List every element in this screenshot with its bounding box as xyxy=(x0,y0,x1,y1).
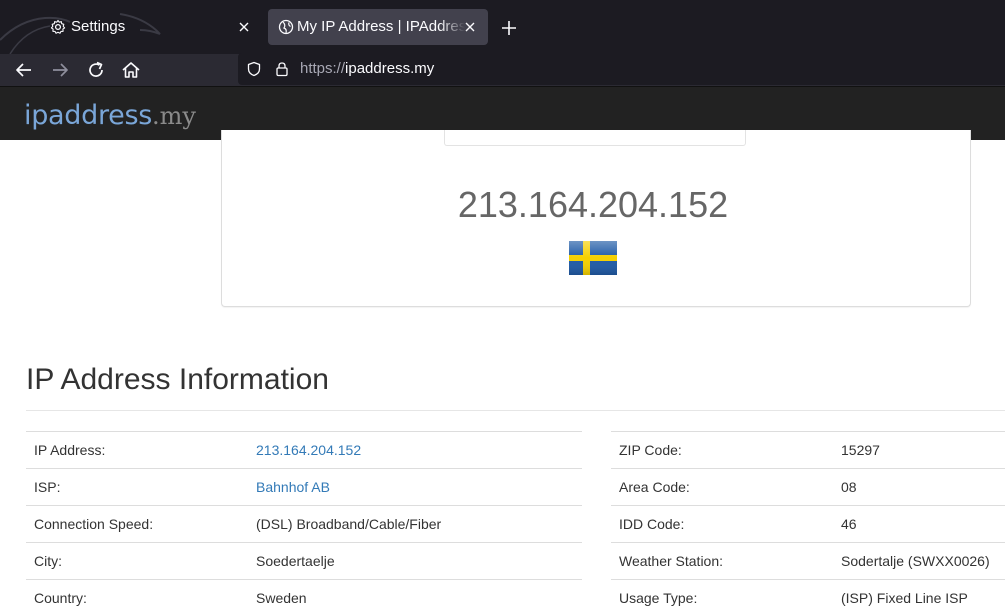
back-arrow-icon[interactable] xyxy=(12,59,36,81)
close-icon[interactable] xyxy=(236,19,252,35)
table-row: Usage Type: (ISP) Fixed Line ISP xyxy=(611,579,1005,606)
lock-icon[interactable] xyxy=(274,61,290,77)
logo-tld-text: .my xyxy=(152,102,196,130)
address-bar[interactable]: https://ipaddress.my xyxy=(238,53,1005,85)
row-label: IP Address: xyxy=(26,431,248,469)
row-value: Bahnhof AB xyxy=(248,468,582,506)
tab-title: My IP Address | IPAddress.my xyxy=(297,18,465,35)
row-label: Area Code: xyxy=(611,468,833,506)
row-value: Sodertalje (SWXX0026) xyxy=(833,542,1005,580)
ip-info-table-right: ZIP Code: 15297 Area Code: 08 IDD Code: … xyxy=(611,431,1005,606)
row-value: 213.164.204.152 xyxy=(248,431,582,469)
table-row: IDD Code: 46 xyxy=(611,505,1005,543)
row-value: 15297 xyxy=(833,431,1005,469)
url-host: ipaddress.my xyxy=(345,60,435,77)
row-label: Weather Station: xyxy=(611,542,833,580)
forward-arrow-icon[interactable] xyxy=(48,59,72,81)
logo-main-text: ipaddress xyxy=(24,100,153,131)
row-value: (DSL) Broadband/Cable/Fiber xyxy=(248,505,582,543)
ip-address-link[interactable]: 213.164.204.152 xyxy=(256,442,361,458)
shield-icon[interactable] xyxy=(246,61,262,77)
table-row: Weather Station: Sodertalje (SWXX0026) xyxy=(611,542,1005,580)
row-label: Country: xyxy=(26,579,248,606)
table-row: ISP: Bahnhof AB xyxy=(26,468,582,506)
table-row: City: Soedertaelje xyxy=(26,542,582,580)
table-row: Connection Speed: (DSL) Broadband/Cable/… xyxy=(26,505,582,543)
row-label: Connection Speed: xyxy=(26,505,248,543)
row-label: Usage Type: xyxy=(611,579,833,606)
ip-info-table-left: IP Address: 213.164.204.152 ISP: Bahnhof… xyxy=(26,431,582,606)
site-logo[interactable]: ipaddress.my xyxy=(24,100,196,131)
sweden-flag-icon xyxy=(569,241,617,275)
table-row: Area Code: 08 xyxy=(611,468,1005,506)
row-label: IDD Code: xyxy=(611,505,833,543)
row-value: Sweden xyxy=(248,579,582,606)
ad-box xyxy=(444,130,746,146)
gear-icon xyxy=(50,19,66,34)
row-label: City: xyxy=(26,542,248,580)
row-label: ZIP Code: xyxy=(611,431,833,469)
table-row: Country: Sweden xyxy=(26,579,582,606)
url-scheme: https:// xyxy=(300,60,346,77)
row-value: 08 xyxy=(833,468,1005,506)
row-value: (ISP) Fixed Line ISP xyxy=(833,579,1005,606)
row-value: Soedertaelje xyxy=(248,542,582,580)
home-icon[interactable] xyxy=(119,59,143,81)
tab-title: Settings xyxy=(71,18,126,35)
row-label: ISP: xyxy=(26,468,248,506)
close-icon[interactable] xyxy=(462,19,478,35)
tab-settings[interactable]: Settings xyxy=(40,9,262,45)
browser-tab-bar: Settings My IP Address | IPAddress.my xyxy=(0,0,1005,54)
url-text[interactable]: https://ipaddress.my xyxy=(300,60,434,77)
table-row: ZIP Code: 15297 xyxy=(611,431,1005,469)
divider xyxy=(26,410,1005,411)
globe-icon xyxy=(278,19,294,35)
ip-address-display: 213.164.204.152 xyxy=(457,184,729,225)
reload-icon[interactable] xyxy=(84,59,108,81)
table-row: IP Address: 213.164.204.152 xyxy=(26,431,582,469)
isp-link[interactable]: Bahnhof AB xyxy=(256,479,330,495)
row-value: 46 xyxy=(833,505,1005,543)
tab-my-ip-address[interactable]: My IP Address | IPAddress.my xyxy=(268,9,488,45)
section-title: IP Address Information xyxy=(26,363,329,396)
new-tab-plus-icon[interactable] xyxy=(499,18,519,38)
